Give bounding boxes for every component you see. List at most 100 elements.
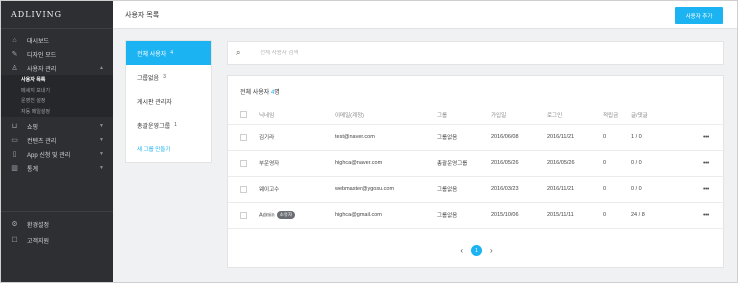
more-options-icon[interactable]: ••• <box>703 160 709 167</box>
cell-points: 0 <box>603 124 631 151</box>
submenu-item-auto-mail[interactable]: 자동 메일설정 <box>1 107 113 118</box>
group-count: 1 <box>174 122 177 128</box>
submenu-item-user-list[interactable]: 사용자 목록 <box>1 75 113 86</box>
table-header-row: 닉네임 이메일(계정) 그룹 가입일 로그인 적립금 글/댓글 <box>228 106 725 125</box>
sidebar-item-app[interactable]: ▯ App 신청 및 관리 ▼ <box>1 147 113 161</box>
cell-joined: 2016/05/26 <box>491 150 547 177</box>
chevron-down-icon: ▼ <box>99 137 104 143</box>
chevron-down-icon: ▼ <box>99 165 104 171</box>
table-row[interactable]: Admin 소유자 highca@gmail.com 그룹없음 2015/10/0… <box>228 202 725 229</box>
mobile-icon: ▯ <box>12 151 17 158</box>
cell-group: 그룹없음 <box>437 202 491 229</box>
cell-posts: 0 / 0 <box>631 176 703 203</box>
col-login[interactable]: 로그인 <box>547 106 603 125</box>
sidebar-menu-bottom: ⚙ 환경설정 ☐ 고객지원 <box>1 216 113 248</box>
col-email[interactable]: 이메일(계정) <box>335 106 437 125</box>
sidebar-item-label: 대시보드 <box>27 38 50 45</box>
page-title: 사용자 목록 <box>125 12 160 19</box>
cell-group: 그룹없음 <box>437 124 491 151</box>
cell-nickname: 김기라 <box>259 124 335 151</box>
sidebar-item-label: App 신청 및 관리 <box>27 152 71 159</box>
col-group[interactable]: 그룹 <box>437 106 491 125</box>
cell-joined: 2015/10/06 <box>491 202 547 229</box>
user-table-card: 전체 사용자 4명 닉네임 이메일(계정) 그룹 가입일 로그인 적립금 글/댓… <box>227 75 725 268</box>
col-nickname[interactable]: 닉네임 <box>259 106 335 125</box>
gear-icon: ⚙ <box>11 221 18 228</box>
prev-page-icon[interactable]: ‹ <box>460 246 463 255</box>
table-row[interactable]: 부운영자 highca@naver.com 총괄운영그룹 2016/05/26 … <box>228 150 725 177</box>
user-management-submenu: 사용자 목록 메세지 보내기 운영진 설정 자동 메일설정 <box>1 75 113 117</box>
owner-badge: 소유자 <box>276 211 296 219</box>
cell-login: 2016/11/21 <box>547 176 603 203</box>
group-label: 게시판 관리자 <box>137 99 172 106</box>
sidebar-item-settings[interactable]: ⚙ 환경설정 <box>1 216 113 232</box>
support-icon: ☐ <box>11 237 18 244</box>
cell-posts: 24 / 8 <box>631 202 703 229</box>
group-item-no-group[interactable]: 그룹없음 3 <box>126 65 211 89</box>
cell-email: highca@gmail.com <box>335 202 437 229</box>
cell-joined: 2016/06/08 <box>491 124 547 151</box>
sidebar-item-stats[interactable]: ▥ 통계 ▼ <box>1 161 113 175</box>
group-list: 전체 사용자 4 그룹없음 3 게시판 관리자 총괄운영그룹 1 새 그룹 만들… <box>125 40 212 163</box>
col-joined[interactable]: 가입일 <box>491 106 547 125</box>
sidebar: ADLIVING ⌂ 대시보드 ✎ 디자인 모드 ♙ 사용자 관리 ▲ 사용자 … <box>1 1 113 282</box>
row-checkbox[interactable] <box>240 133 247 141</box>
sidebar-item-dashboard[interactable]: ⌂ 대시보드 <box>1 33 113 47</box>
cell-login: 2015/11/11 <box>547 202 603 229</box>
cell-nickname: 부운영자 <box>259 150 335 177</box>
count-unit: 명 <box>274 90 280 96</box>
cell-nickname: Admin 소유자 <box>259 202 335 229</box>
sidebar-item-label: 통계 <box>27 166 39 173</box>
sidebar-item-label: 환경설정 <box>27 222 50 229</box>
user-table: 닉네임 이메일(계정) 그룹 가입일 로그인 적립금 글/댓글 김기라 test… <box>228 106 725 229</box>
group-item-board-admin[interactable]: 게시판 관리자 <box>126 89 211 113</box>
sidebar-item-design-mode[interactable]: ✎ 디자인 모드 <box>1 47 113 61</box>
group-label: 전체 사용자 <box>137 51 167 58</box>
page-number-current[interactable]: 1 <box>471 245 482 256</box>
home-icon: ⌂ <box>12 36 17 44</box>
next-page-icon[interactable]: › <box>490 246 493 255</box>
table-row[interactable]: 김기라 test@naver.com 그룹없음 2016/06/08 2016/… <box>228 124 725 151</box>
col-points[interactable]: 적립금 <box>603 106 631 125</box>
brand-logo[interactable]: ADLIVING <box>1 1 113 29</box>
user-icon: ♙ <box>11 65 18 72</box>
row-checkbox[interactable] <box>240 159 247 167</box>
search-bar: ⌕ <box>227 41 724 65</box>
content-icon: ▭ <box>11 137 18 144</box>
sidebar-menu: ⌂ 대시보드 ✎ 디자인 모드 ♙ 사용자 관리 ▲ <box>1 29 113 75</box>
sidebar-item-support[interactable]: ☐ 고객지원 <box>1 232 113 248</box>
group-item-all-users[interactable]: 전체 사용자 4 <box>126 41 211 65</box>
sidebar-item-user-management[interactable]: ♙ 사용자 관리 ▲ <box>1 61 113 75</box>
add-user-button[interactable]: 사용자 추가 <box>675 7 723 24</box>
sidebar-item-shopping[interactable]: ⊔ 쇼핑 ▼ <box>1 119 113 133</box>
sidebar-item-label: 고객지원 <box>27 238 50 245</box>
chevron-down-icon: ▼ <box>99 123 104 129</box>
search-icon: ⌕ <box>236 48 241 57</box>
sidebar-item-label: 사용자 관리 <box>27 66 57 73</box>
create-group-link[interactable]: 새 그룹 만들기 <box>126 137 211 161</box>
cell-posts: 0 / 0 <box>631 150 703 177</box>
row-checkbox[interactable] <box>240 211 247 219</box>
more-options-icon[interactable]: ••• <box>703 186 709 193</box>
select-all-checkbox[interactable] <box>240 111 247 119</box>
sidebar-item-label: 디자인 모드 <box>27 52 57 59</box>
more-options-icon[interactable]: ••• <box>703 212 709 219</box>
search-input[interactable] <box>260 50 560 56</box>
more-options-icon[interactable]: ••• <box>703 134 709 141</box>
submenu-item-send-message[interactable]: 메세지 보내기 <box>1 86 113 97</box>
col-posts[interactable]: 글/댓글 <box>631 106 703 125</box>
row-checkbox[interactable] <box>240 185 247 193</box>
table-row[interactable]: 웨이고수 webmaster@ygosu.com 그룹없음 2016/03/23… <box>228 176 725 203</box>
sidebar-item-content[interactable]: ▭ 컨텐츠 관리 ▼ <box>1 133 113 147</box>
col-actions <box>703 106 725 125</box>
cell-points: 0 <box>603 176 631 203</box>
table-title: 전체 사용자 4명 <box>240 87 280 96</box>
cell-nickname: 웨이고수 <box>259 176 335 203</box>
submenu-item-staff-settings[interactable]: 운영진 설정 <box>1 96 113 107</box>
cell-posts: 1 / 0 <box>631 124 703 151</box>
cell-email: webmaster@ygosu.com <box>335 176 437 203</box>
cell-points: 0 <box>603 150 631 177</box>
group-item-general-ops[interactable]: 총괄운영그룹 1 <box>126 113 211 137</box>
sidebar-menu-lower: ⊔ 쇼핑 ▼ ▭ 컨텐츠 관리 ▼ ▯ App 신청 및 관리 ▼ ▥ 통계 ▼ <box>1 117 113 175</box>
cart-icon: ⊔ <box>11 123 18 130</box>
